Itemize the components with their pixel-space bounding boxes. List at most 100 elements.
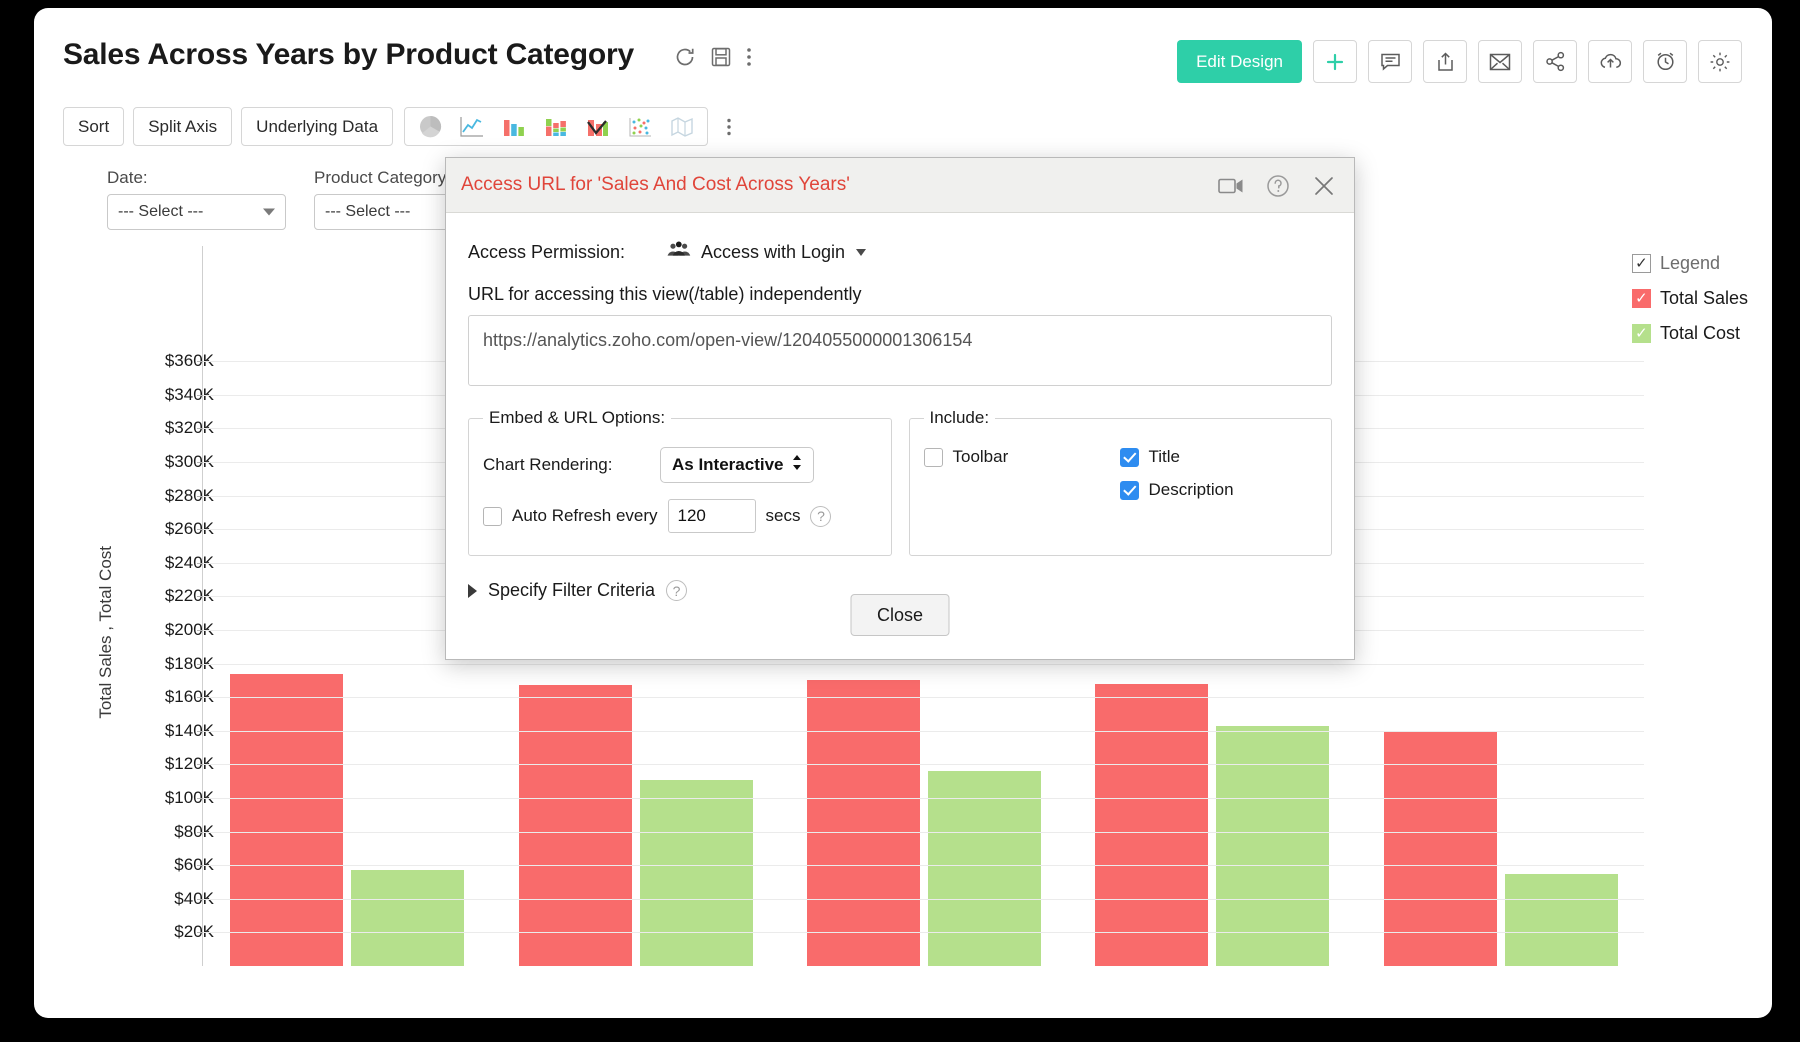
auto-refresh-checkbox[interactable] bbox=[483, 507, 502, 526]
kebab-menu-icon[interactable] bbox=[746, 46, 752, 68]
filter-date-value: --- Select --- bbox=[118, 203, 203, 221]
help-icon[interactable]: ? bbox=[666, 580, 687, 601]
edit-design-button[interactable]: Edit Design bbox=[1177, 40, 1302, 83]
include-title-row[interactable]: Title bbox=[1120, 447, 1234, 467]
cloud-upload-icon[interactable] bbox=[1588, 40, 1632, 83]
legend-item-total-sales[interactable]: ✓ Total Sales bbox=[1632, 288, 1748, 309]
include-toolbar-checkbox[interactable] bbox=[924, 448, 943, 467]
access-permission-value: Access with Login bbox=[701, 242, 845, 263]
bar-total-sales[interactable] bbox=[230, 674, 343, 966]
combo-chart-icon[interactable] bbox=[579, 110, 617, 143]
updown-arrows-icon bbox=[792, 454, 802, 476]
legend-swatch-total-sales[interactable]: ✓ bbox=[1632, 289, 1651, 308]
include-title-checkbox[interactable] bbox=[1120, 448, 1139, 467]
axis-tickmark bbox=[197, 664, 203, 665]
include-title-label: Title bbox=[1149, 447, 1181, 467]
access-url-field[interactable]: https://analytics.zoho.com/open-view/120… bbox=[468, 315, 1332, 386]
legend-label-total-cost: Total Cost bbox=[1660, 323, 1740, 344]
bar-total-sales[interactable] bbox=[1384, 731, 1497, 966]
filter-date-label: Date: bbox=[107, 168, 286, 188]
video-icon[interactable] bbox=[1218, 177, 1244, 195]
access-permission-row: Access Permission: Access with Login bbox=[468, 241, 1332, 263]
header-actions: Edit Design bbox=[1177, 40, 1742, 83]
close-button[interactable]: Close bbox=[851, 594, 950, 636]
options-fieldsets: Embed & URL Options: Chart Rendering: As… bbox=[468, 408, 1332, 556]
help-icon[interactable] bbox=[1266, 174, 1290, 198]
comment-icon[interactable] bbox=[1368, 40, 1412, 83]
bar-total-sales[interactable] bbox=[519, 685, 632, 966]
share-icon[interactable] bbox=[1533, 40, 1577, 83]
bar-total-sales[interactable] bbox=[1095, 684, 1208, 966]
filter-bar: Date: --- Select --- Product Category: -… bbox=[107, 168, 493, 230]
legend-checkbox[interactable]: ✓ bbox=[1632, 254, 1651, 273]
close-icon[interactable] bbox=[1312, 174, 1336, 198]
map-chart-icon[interactable] bbox=[663, 110, 701, 143]
help-icon[interactable]: ? bbox=[810, 506, 831, 527]
bar-chart-icon[interactable] bbox=[495, 110, 533, 143]
gridline bbox=[203, 899, 1644, 900]
access-permission-dropdown[interactable]: Access with Login bbox=[666, 241, 866, 263]
chevron-right-icon bbox=[468, 584, 477, 598]
gridline bbox=[203, 932, 1644, 933]
axis-tickmark bbox=[197, 596, 203, 597]
legend-toggle-label: Legend bbox=[1660, 253, 1720, 274]
toolbar-more-icon[interactable] bbox=[717, 107, 741, 146]
include-column-left: Toolbar bbox=[924, 447, 1120, 513]
include-legend: Include: bbox=[924, 408, 996, 428]
sort-button[interactable]: Sort bbox=[63, 107, 124, 146]
bar-total-sales[interactable] bbox=[807, 680, 920, 966]
chevron-down-icon bbox=[263, 209, 275, 216]
axis-tickmark bbox=[197, 731, 203, 732]
axis-tickmark bbox=[197, 697, 203, 698]
axis-tickmark bbox=[197, 630, 203, 631]
embed-url-options-fieldset: Embed & URL Options: Chart Rendering: As… bbox=[468, 408, 892, 556]
underlying-data-button[interactable]: Underlying Data bbox=[241, 107, 393, 146]
access-permission-label: Access Permission: bbox=[468, 242, 666, 263]
dialog-title: Access URL for 'Sales And Cost Across Ye… bbox=[461, 174, 850, 196]
gridline bbox=[203, 664, 1644, 665]
include-fieldset: Include: Toolbar Title bbox=[909, 408, 1333, 556]
axis-tickmark bbox=[197, 361, 203, 362]
bar-total-cost[interactable] bbox=[1505, 874, 1618, 966]
include-description-row[interactable]: Description bbox=[1120, 480, 1234, 500]
refresh-icon[interactable] bbox=[674, 46, 696, 68]
chart-rendering-row: Chart Rendering: As Interactive bbox=[483, 447, 877, 483]
legend-label-total-sales: Total Sales bbox=[1660, 288, 1748, 309]
auto-refresh-input[interactable] bbox=[668, 499, 756, 533]
page-title: Sales Across Years by Product Category bbox=[63, 38, 634, 72]
filter-date-select[interactable]: --- Select --- bbox=[107, 194, 286, 230]
include-options: Toolbar Title Description bbox=[924, 447, 1318, 513]
axis-tickmark bbox=[197, 496, 203, 497]
gridline bbox=[203, 697, 1644, 698]
app-header: Sales Across Years by Product Category E… bbox=[34, 8, 1772, 100]
legend-swatch-total-cost[interactable]: ✓ bbox=[1632, 324, 1651, 343]
legend-toggle[interactable]: ✓ Legend bbox=[1632, 253, 1748, 274]
bar-total-cost[interactable] bbox=[640, 780, 753, 966]
line-chart-icon[interactable] bbox=[453, 110, 491, 143]
axis-tickmark bbox=[197, 428, 203, 429]
pie-chart-icon[interactable] bbox=[411, 110, 449, 143]
filter-date: Date: --- Select --- bbox=[107, 168, 286, 230]
auto-refresh-label: Auto Refresh every bbox=[512, 506, 658, 526]
chart-rendering-select[interactable]: As Interactive bbox=[660, 447, 814, 483]
mail-icon[interactable] bbox=[1478, 40, 1522, 83]
specify-filter-criteria-label: Specify Filter Criteria bbox=[488, 580, 655, 601]
alarm-icon[interactable] bbox=[1643, 40, 1687, 83]
split-axis-button[interactable]: Split Axis bbox=[133, 107, 232, 146]
include-toolbar-row[interactable]: Toolbar bbox=[924, 447, 1120, 467]
include-column-right: Title Description bbox=[1120, 447, 1234, 513]
bar-total-cost[interactable] bbox=[351, 870, 464, 966]
axis-tickmark bbox=[197, 832, 203, 833]
export-icon[interactable] bbox=[1423, 40, 1467, 83]
add-button[interactable] bbox=[1313, 40, 1357, 83]
gear-icon[interactable] bbox=[1698, 40, 1742, 83]
include-description-checkbox[interactable] bbox=[1120, 481, 1139, 500]
scatter-chart-icon[interactable] bbox=[621, 110, 659, 143]
save-icon[interactable] bbox=[711, 47, 731, 67]
stacked-bar-chart-icon[interactable] bbox=[537, 110, 575, 143]
gridline bbox=[203, 865, 1644, 866]
bar-total-cost[interactable] bbox=[928, 771, 1041, 966]
axis-tickmark bbox=[197, 865, 203, 866]
legend-item-total-cost[interactable]: ✓ Total Cost bbox=[1632, 323, 1748, 344]
bar-total-cost[interactable] bbox=[1216, 726, 1329, 966]
